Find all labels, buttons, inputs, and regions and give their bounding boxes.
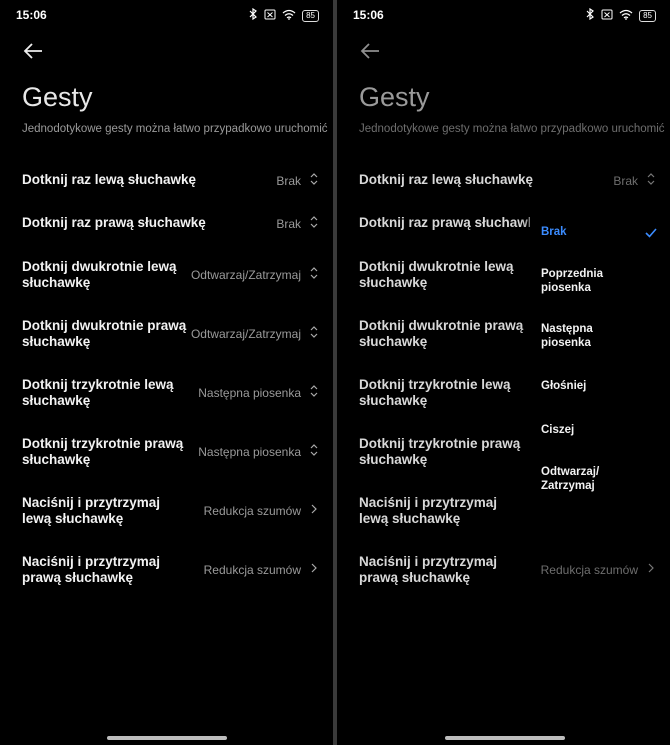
page-subtitle: Jednodotykowe gesty można łatwo przypadk… (359, 123, 665, 135)
back-arrow-icon[interactable] (22, 40, 48, 64)
setting-row-tap-once-left[interactable]: Dotknij raz lewą słuchawkę Brak (22, 172, 319, 190)
setting-value: Brak (276, 174, 301, 188)
setting-label: Dotknij dwukrotnie lewą słuchawkę (359, 259, 514, 290)
checkmark-icon (645, 225, 657, 241)
updown-chevron-icon (310, 444, 318, 456)
setting-label: Dotknij dwukrotnie lewą słuchawkę (22, 259, 177, 290)
setting-label: Naciśnij i przytrzymaj lewą słuchawkę (359, 495, 498, 526)
chevron-right-icon (648, 563, 654, 573)
setting-label: Naciśnij i przytrzymaj prawą słuchawkę (22, 554, 161, 585)
setting-label: Dotknij trzykrotnie prawą słuchawkę (359, 436, 521, 467)
settings-screen-right: 15:06 85 Gesty Jednodotykowe gesty można… (337, 0, 670, 745)
setting-row-hold-right[interactable]: Naciśnij i przytrzymaj prawą słuchawkę R… (359, 554, 656, 588)
setting-value: Odtwarzaj/Zatrzymaj (190, 268, 301, 282)
dropdown-option-next-song[interactable]: Następna piosenka (541, 322, 641, 350)
setting-row-hold-left[interactable]: Naciśnij i przytrzymaj lewą słuchawkę Re… (22, 495, 319, 529)
dropdown-option-brak[interactable]: Brak (541, 225, 641, 239)
setting-row-double-tap-right[interactable]: Dotknij dwukrotnie prawą słuchawkę Odtwa… (22, 318, 319, 352)
setting-label: Naciśnij i przytrzymaj lewą słuchawkę (22, 495, 161, 526)
setting-row-triple-tap-right[interactable]: Dotknij trzykrotnie prawą słuchawkę Nast… (22, 436, 319, 470)
setting-value: Następna piosenka (198, 386, 301, 400)
setting-label: Dotknij trzykrotnie lewą słuchawkę (359, 377, 511, 408)
status-bar: 15:06 85 (353, 7, 656, 24)
updown-chevron-icon (647, 173, 655, 185)
no-sim-icon (264, 9, 276, 24)
setting-label: Naciśnij i przytrzymaj prawą słuchawkę (359, 554, 498, 585)
home-indicator[interactable] (107, 736, 227, 740)
page-subtitle: Jednodotykowe gesty można łatwo przypadk… (22, 123, 328, 135)
status-bar: 15:06 85 (16, 7, 319, 24)
chevron-right-icon (311, 563, 317, 573)
setting-label: Dotknij dwukrotnie prawą słuchawkę (359, 318, 524, 349)
dropdown-option-play-pause[interactable]: Odtwarzaj/ Zatrzymaj (541, 465, 611, 493)
dropdown-option-volume-up[interactable]: Głośniej (541, 379, 641, 393)
home-indicator[interactable] (445, 736, 565, 740)
battery-indicator: 85 (302, 10, 319, 22)
setting-row-triple-tap-left[interactable]: Dotknij trzykrotnie lewą słuchawkę Nastę… (22, 377, 319, 411)
chevron-right-icon (311, 504, 317, 514)
setting-value: Odtwarzaj/Zatrzymaj (190, 327, 301, 341)
page-title: Gesty (22, 82, 93, 112)
settings-screen-left: 15:06 85 Gesty Jednodotykowe gesty można… (0, 0, 333, 745)
updown-chevron-icon (310, 267, 318, 279)
setting-value: Redukcja szumów (203, 563, 301, 577)
setting-row-double-tap-left[interactable]: Dotknij dwukrotnie lewą słuchawkę Odtwar… (22, 259, 319, 293)
setting-label: Dotknij raz lewą słuchawkę (359, 172, 534, 187)
setting-label: Dotknij trzykrotnie prawą słuchawkę (22, 436, 184, 467)
options-dropdown: Brak Poprzednia piosenka Następna piosen… (530, 208, 667, 506)
setting-value: Redukcja szumów (540, 563, 638, 577)
no-sim-icon (601, 9, 613, 24)
battery-indicator: 85 (639, 10, 656, 22)
setting-value: Brak (613, 174, 638, 188)
dropdown-option-previous-song[interactable]: Poprzednia piosenka (541, 267, 641, 295)
updown-chevron-icon (310, 173, 318, 185)
setting-label: Dotknij raz lewą słuchawkę (22, 172, 197, 187)
wifi-icon (282, 9, 296, 24)
status-time: 15:06 (353, 8, 384, 22)
setting-row-tap-once-left[interactable]: Dotknij raz lewą słuchawkę Brak (359, 172, 656, 190)
page-title: Gesty (359, 82, 430, 112)
updown-chevron-icon (310, 326, 318, 338)
updown-chevron-icon (310, 385, 318, 397)
status-time: 15:06 (16, 8, 47, 22)
wifi-icon (619, 9, 633, 24)
setting-value: Redukcja szumów (203, 504, 301, 518)
back-arrow-icon[interactable] (359, 40, 385, 64)
setting-value: Brak (276, 217, 301, 231)
dropdown-option-volume-down[interactable]: Ciszej (541, 423, 641, 437)
setting-value: Następna piosenka (198, 445, 301, 459)
updown-chevron-icon (310, 216, 318, 228)
setting-row-tap-once-right[interactable]: Dotknij raz prawą słuchawkę Brak (22, 215, 319, 233)
setting-label: Dotknij trzykrotnie lewą słuchawkę (22, 377, 174, 408)
bluetooth-icon (249, 7, 258, 24)
setting-row-hold-right[interactable]: Naciśnij i przytrzymaj prawą słuchawkę R… (22, 554, 319, 588)
setting-label: Dotknij dwukrotnie prawą słuchawkę (22, 318, 187, 349)
setting-label: Dotknij raz prawą słuchawkę (22, 215, 206, 230)
bluetooth-icon (586, 7, 595, 24)
